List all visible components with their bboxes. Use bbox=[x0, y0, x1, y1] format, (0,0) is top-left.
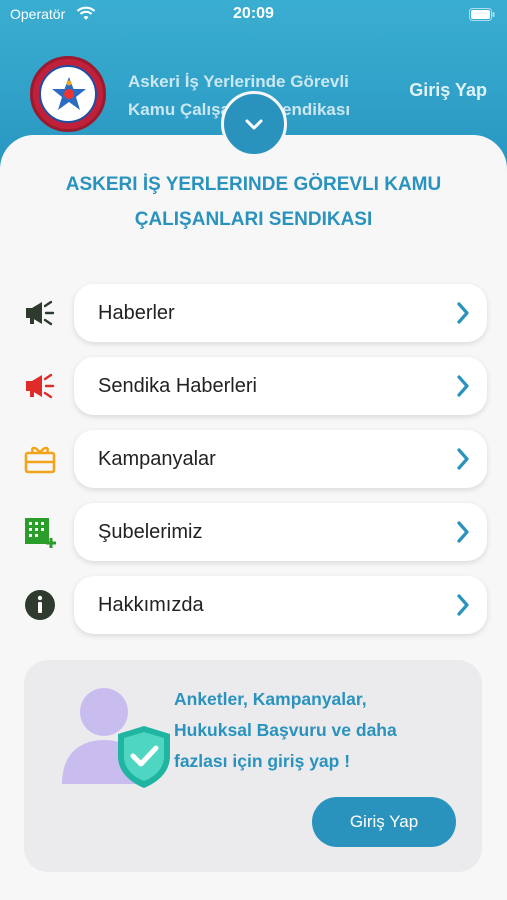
chevron-right-icon bbox=[457, 594, 469, 616]
logo-emblem bbox=[30, 56, 106, 132]
chevron-right-icon bbox=[457, 448, 469, 470]
chevron-down-icon bbox=[245, 119, 263, 130]
star-logo-icon bbox=[52, 77, 86, 110]
chevron-right-icon bbox=[457, 521, 469, 543]
menu-label: Sendika Haberleri bbox=[98, 375, 257, 397]
chevron-right-icon bbox=[457, 302, 469, 324]
menu-card[interactable]: Hakkımızda bbox=[74, 576, 487, 634]
login-promo-card: Anketler, Kampanyalar, Hukuksal Başvuru … bbox=[24, 660, 482, 872]
chevron-right-icon bbox=[457, 375, 469, 397]
header-login-link[interactable]: Giriş Yap bbox=[409, 80, 487, 101]
menu-card[interactable]: Şubelerimiz bbox=[74, 503, 487, 561]
building-add-icon bbox=[22, 516, 58, 548]
menu-item-haberler[interactable]: Haberler bbox=[0, 284, 507, 342]
battery-icon bbox=[469, 8, 495, 21]
menu-label: Kampanyalar bbox=[98, 448, 216, 470]
collapse-sheet-button[interactable] bbox=[221, 91, 287, 157]
sheet-title: ASKERI İŞ YERLERINDE GÖREVLI KAMU ÇALIŞA… bbox=[65, 174, 442, 230]
menu-label: Şubelerimiz bbox=[98, 521, 203, 543]
user-shield-icon bbox=[62, 688, 170, 788]
menu-card[interactable]: Haberler bbox=[74, 284, 487, 342]
status-bar: Operatör 20:09 bbox=[0, 0, 507, 30]
megaphone-icon bbox=[22, 297, 58, 329]
menu-item-kampanyalar[interactable]: Kampanyalar bbox=[0, 430, 507, 488]
menu-label: Hakkımızda bbox=[98, 594, 204, 616]
menu-item-hakkimizda[interactable]: Hakkımızda bbox=[0, 576, 507, 634]
menu-item-sendika-haberleri[interactable]: Sendika Haberleri bbox=[0, 357, 507, 415]
gift-icon bbox=[22, 443, 58, 475]
promo-text: Anketler, Kampanyalar, Hukuksal Başvuru … bbox=[174, 689, 397, 771]
megaphone-icon bbox=[22, 370, 58, 402]
menu-card[interactable]: Kampanyalar bbox=[74, 430, 487, 488]
promo-login-button[interactable]: Giriş Yap bbox=[312, 797, 456, 847]
menu-label: Haberler bbox=[98, 302, 175, 324]
menu-item-subelerimiz[interactable]: Şubelerimiz bbox=[0, 503, 507, 561]
menu-card[interactable]: Sendika Haberleri bbox=[74, 357, 487, 415]
status-time: 20:09 bbox=[233, 5, 274, 22]
info-icon bbox=[22, 589, 58, 621]
